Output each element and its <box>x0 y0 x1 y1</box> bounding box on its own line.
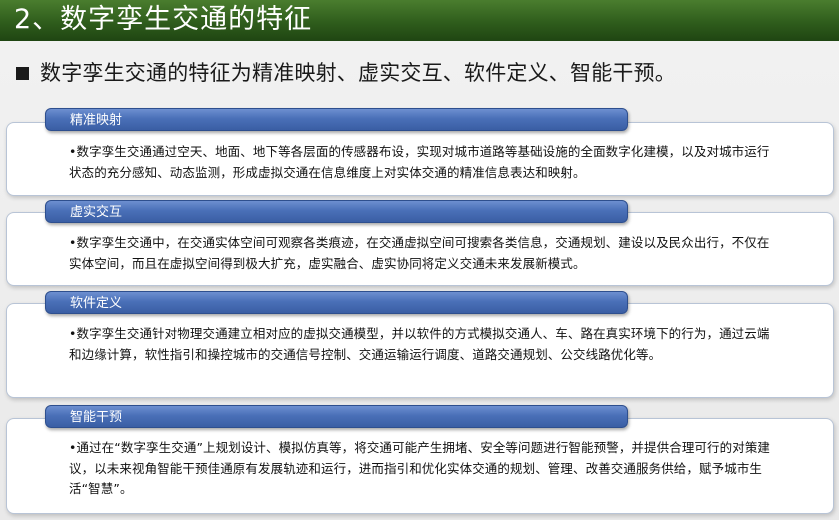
section-header-intelligent-intervention: 智能干预 <box>45 405 628 428</box>
section-text: •数字孪生交通针对物理交通建立相对应的虚拟交通模型，并以软件的方式模拟交通人、车… <box>69 326 770 362</box>
subtitle-text: 数字孪生交通的特征为精准映射、虚实交互、软件定义、智能干预。 <box>40 61 676 85</box>
section-card-accurate-mapping: •数字孪生交通通过空天、地面、地下等各层面的传感器布设，实现对城市道路等基础设施… <box>6 122 834 196</box>
page-title: 2、数字孪生交通的特征 <box>14 4 313 35</box>
section-text: •数字孪生交通中，在交通实体空间可观察各类痕迹，在交通虚拟空间可搜索各类信息，交… <box>69 235 770 271</box>
section-header-software-defined: 软件定义 <box>45 291 628 314</box>
section-card-intelligent-intervention: •通过在“数字孪生交通”上规划设计、模拟仿真等，将交通可能产生拥堵、安全等问题进… <box>6 418 834 514</box>
subtitle: 数字孪生交通的特征为精准映射、虚实交互、软件定义、智能干预。 <box>16 58 676 88</box>
section-header-virtual-real-interaction: 虚实交互 <box>45 200 628 223</box>
square-bullet-icon <box>16 66 29 80</box>
section-card-software-defined: •数字孪生交通针对物理交通建立相对应的虚拟交通模型，并以软件的方式模拟交通人、车… <box>6 303 834 398</box>
section-text: •通过在“数字孪生交通”上规划设计、模拟仿真等，将交通可能产生拥堵、安全等问题进… <box>69 440 771 496</box>
section-text: •数字孪生交通通过空天、地面、地下等各层面的传感器布设，实现对城市道路等基础设施… <box>69 144 770 180</box>
section-card-virtual-real-interaction: •数字孪生交通中，在交通实体空间可观察各类痕迹，在交通虚拟空间可搜索各类信息，交… <box>6 212 834 286</box>
section-header-accurate-mapping: 精准映射 <box>45 108 628 131</box>
title-bar: 2、数字孪生交通的特征 <box>0 0 839 41</box>
